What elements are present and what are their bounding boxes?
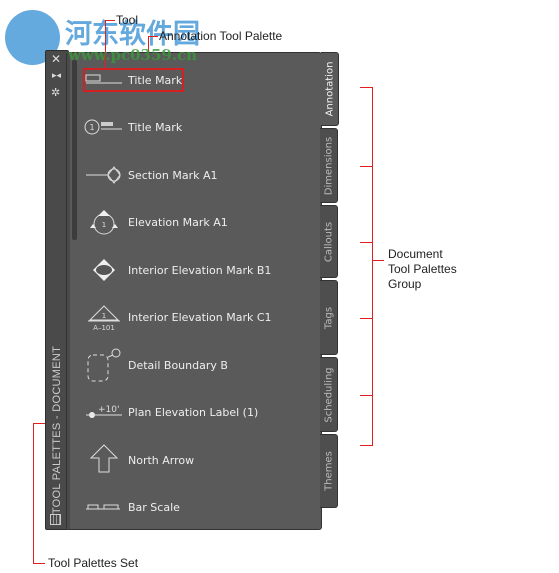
tool-item[interactable]: 1 Title Mark (84, 107, 182, 147)
tab-annotation[interactable]: Annotation (321, 52, 339, 126)
tool-label: Title Mark (128, 120, 183, 134)
group-bracket-tick (360, 395, 373, 396)
tool-label: Interior Elevation Mark B1 (128, 263, 272, 277)
svg-text:1: 1 (89, 123, 94, 132)
tool-item[interactable]: 1 A–101 Interior Elevation Mark C1 (84, 297, 272, 337)
tool-item[interactable]: Detail Boundary B (84, 345, 228, 385)
tool-item[interactable]: +10' Plan Elevation Label (1) (84, 392, 258, 432)
properties-icon[interactable]: ✲ (51, 86, 60, 99)
title-mark-numbered-icon: 1 (84, 112, 124, 142)
tool-label: Section Mark A1 (128, 168, 218, 182)
tool-callout: Tool (116, 13, 139, 27)
tool-label: Plan Elevation Label (1) (128, 405, 259, 419)
tool-label: Elevation Mark A1 (128, 215, 228, 229)
set-leader-v (33, 423, 34, 563)
palette-leader-h (148, 36, 158, 37)
tab-label: Annotation (324, 61, 335, 117)
group-callout-line: Tool Palettes (388, 262, 457, 276)
tool-leader-h (105, 20, 115, 21)
group-bracket (372, 87, 373, 446)
svg-text:1: 1 (102, 312, 106, 320)
auto-hide-icon[interactable]: ▸◂ (52, 70, 61, 81)
svg-text:A–101: A–101 (93, 324, 115, 332)
svg-text:1: 1 (102, 221, 106, 229)
group-bracket-tick (360, 87, 373, 88)
group-callout-line: Group (388, 277, 422, 291)
plan-elevation-icon: +10' (84, 397, 124, 427)
tool-label: Bar Scale (128, 500, 180, 514)
tab-label: Dimensions (323, 136, 334, 195)
svg-text:+10': +10' (98, 405, 119, 415)
palette-divider (67, 53, 70, 529)
group-callout: Document Tool Palettes Group (388, 247, 457, 292)
tool-highlight-box (83, 68, 184, 92)
close-icon[interactable]: ✕ (51, 52, 61, 66)
set-leader-bottom (33, 563, 45, 564)
elevation-mark-icon: 1 (84, 207, 124, 237)
tool-item[interactable]: Section Mark A1 (84, 155, 218, 195)
interior-elevation-c-icon: 1 A–101 (84, 302, 124, 332)
group-callout-line: Document (388, 247, 443, 261)
watermark-url: www.pc0359.cn (68, 46, 198, 64)
tab-callouts[interactable]: Callouts (320, 205, 338, 278)
bar-scale-icon (84, 492, 124, 522)
tab-themes[interactable]: Themes (320, 434, 338, 508)
tab-label: Callouts (323, 221, 334, 262)
group-bracket-tick (360, 445, 373, 446)
interior-elevation-b-icon (84, 255, 124, 285)
set-leader-top (33, 423, 45, 424)
tab-scheduling[interactable]: Scheduling (320, 357, 338, 432)
tool-item[interactable]: Bar Scale (84, 487, 180, 527)
tab-tags[interactable]: Tags (320, 280, 338, 355)
tool-label: Interior Elevation Mark C1 (128, 310, 272, 324)
tool-item[interactable]: 1 Elevation Mark A1 (84, 202, 228, 242)
north-arrow-icon (84, 444, 124, 475)
group-leader (372, 260, 384, 261)
group-bracket-tick (360, 242, 373, 243)
tab-label: Tags (323, 306, 334, 329)
palette-set-icon[interactable] (50, 514, 61, 525)
section-mark-icon (84, 160, 124, 190)
tab-label: Scheduling (323, 366, 334, 423)
tool-label: Detail Boundary B (128, 358, 228, 372)
tool-item[interactable]: Interior Elevation Mark B1 (84, 250, 271, 290)
scrollbar[interactable] (72, 60, 77, 240)
tool-item[interactable]: North Arrow (84, 440, 194, 480)
tool-label: North Arrow (128, 453, 195, 467)
tab-dimensions[interactable]: Dimensions (320, 128, 338, 203)
group-bracket-tick (360, 166, 373, 167)
tab-label: Themes (323, 451, 334, 491)
group-bracket-tick (360, 318, 373, 319)
palette-callout: Annotation Tool Palette (159, 29, 283, 43)
set-callout: Tool Palettes Set (48, 556, 139, 570)
detail-boundary-icon (84, 348, 124, 382)
